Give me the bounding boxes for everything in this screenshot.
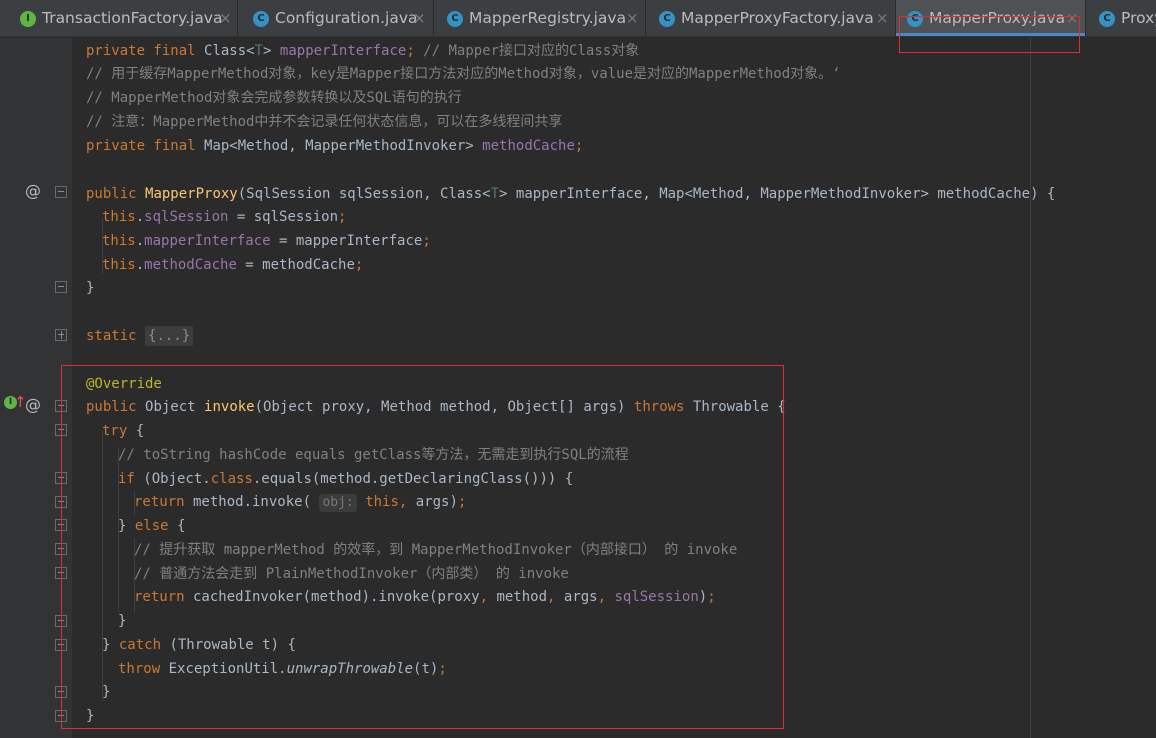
tab-transaction-factory[interactable]: I TransactionFactory.java × bbox=[0, 0, 238, 36]
tab-mapper-registry[interactable]: C MapperRegistry.java × bbox=[434, 0, 646, 36]
tab-label: Configuration.java bbox=[275, 9, 418, 27]
code-line: this.mapperInterface = mapperInterface; bbox=[102, 233, 431, 249]
tab-mapper-proxy-factory[interactable]: C MapperProxyFactory.java × bbox=[646, 0, 896, 36]
code-line: } bbox=[86, 280, 95, 296]
tab-label: MapperProxyFactory.java bbox=[681, 9, 874, 27]
static-block-line: static {...} bbox=[86, 324, 194, 348]
code-comment-line: // 普通方法会走到 PlainMethodInvoker（内部类） 的 inv… bbox=[134, 566, 569, 582]
code-line: try { bbox=[102, 423, 145, 439]
tab-configuration[interactable]: C Configuration.java × bbox=[238, 0, 434, 36]
code-comment-line: // 提升获取 mapperMethod 的效率，到 MapperMethodI… bbox=[134, 542, 738, 558]
code-line: } bbox=[118, 613, 127, 629]
fold-toggle-icon[interactable] bbox=[55, 472, 67, 484]
code-comment-line: // 注意：MapperMethod中并不会记录任何状态信息，可以在多线程间共享 bbox=[86, 114, 563, 130]
override-marker-icon[interactable]: @ bbox=[25, 395, 41, 414]
class-icon: C bbox=[447, 11, 463, 27]
override-annotation: @Override bbox=[86, 376, 162, 392]
fold-toggle-icon[interactable] bbox=[55, 639, 67, 651]
code-line: throw ExceptionUtil.unwrapThrowable(t); bbox=[118, 661, 447, 677]
editor-gutter: @ I ↑ @ bbox=[0, 38, 72, 738]
tab-mapper-proxy[interactable]: C MapperProxy.java × bbox=[896, 0, 1086, 36]
code-line: return method.invoke( obj: this, args); bbox=[134, 494, 467, 512]
tab-label: TransactionFactory.java bbox=[42, 9, 223, 27]
code-line: if (Object.class.equals(method.getDeclar… bbox=[118, 471, 574, 487]
fold-toggle-icon[interactable] bbox=[55, 686, 67, 698]
class-icon: C bbox=[907, 11, 923, 27]
code-comment-line: // MapperMethod对象会完成参数转换以及SQL语句的执行 bbox=[86, 90, 462, 106]
fold-toggle-icon[interactable] bbox=[55, 567, 67, 579]
tab-label: MapperProxy.java bbox=[929, 9, 1066, 27]
editor-tab-bar: I TransactionFactory.java × C Configurat… bbox=[0, 0, 1156, 37]
expand-fold-icon[interactable] bbox=[55, 329, 67, 341]
tab-proxy[interactable]: C Proxy bbox=[1086, 0, 1156, 36]
code-line: } bbox=[102, 684, 111, 700]
code-comment-line: // 用于缓存MapperMethod对象，key是Mapper接口方法对应的M… bbox=[86, 66, 841, 82]
invoke-method-declaration: public Object invoke(Object proxy, Metho… bbox=[86, 399, 786, 415]
close-icon[interactable]: × bbox=[219, 9, 232, 27]
fold-toggle-icon[interactable] bbox=[55, 400, 67, 412]
code-line: } else { bbox=[118, 518, 186, 534]
indent-guide bbox=[102, 431, 103, 701]
active-tab-indicator bbox=[896, 33, 1085, 36]
class-icon: C bbox=[253, 11, 269, 27]
code-line: this.sqlSession = sqlSession; bbox=[102, 209, 347, 225]
folded-region[interactable]: {...} bbox=[145, 326, 194, 346]
tab-label: Proxy bbox=[1121, 9, 1156, 27]
interface-icon: I bbox=[20, 11, 36, 27]
fold-toggle-icon[interactable] bbox=[55, 710, 67, 722]
parameter-hint: obj: bbox=[319, 494, 357, 512]
fold-toggle-icon[interactable] bbox=[55, 496, 67, 508]
code-editor[interactable]: private final Class<T> mapperInterface; … bbox=[72, 38, 1156, 738]
fold-toggle-icon[interactable] bbox=[55, 424, 67, 436]
tab-label: MapperRegistry.java bbox=[469, 9, 627, 27]
class-icon: C bbox=[1099, 11, 1115, 27]
fold-toggle-icon[interactable] bbox=[55, 615, 67, 627]
close-icon[interactable]: × bbox=[413, 9, 426, 27]
code-line: private final Class<T> mapperInterface; … bbox=[86, 43, 640, 59]
close-icon[interactable]: × bbox=[626, 9, 639, 27]
class-icon: C bbox=[659, 11, 675, 27]
close-icon[interactable]: × bbox=[1066, 9, 1079, 27]
code-line: private final Map<Method, MapperMethodIn… bbox=[86, 138, 584, 154]
fold-toggle-icon[interactable] bbox=[55, 543, 67, 555]
code-line: } bbox=[86, 708, 95, 724]
fold-toggle-icon[interactable] bbox=[55, 186, 67, 198]
fold-toggle-icon[interactable] bbox=[55, 519, 67, 531]
override-marker-icon[interactable]: @ bbox=[25, 181, 41, 200]
code-line: this.methodCache = methodCache; bbox=[102, 257, 364, 273]
code-comment-line: // toString hashCode equals getClass等方法，… bbox=[118, 447, 629, 463]
close-icon[interactable]: × bbox=[876, 9, 889, 27]
code-line: } catch (Throwable t) { bbox=[102, 637, 296, 653]
constructor-declaration: public MapperProxy(SqlSession sqlSession… bbox=[86, 186, 1056, 202]
code-line: return cachedInvoker(method).invoke(prox… bbox=[134, 589, 716, 605]
fold-toggle-icon[interactable] bbox=[55, 281, 67, 293]
